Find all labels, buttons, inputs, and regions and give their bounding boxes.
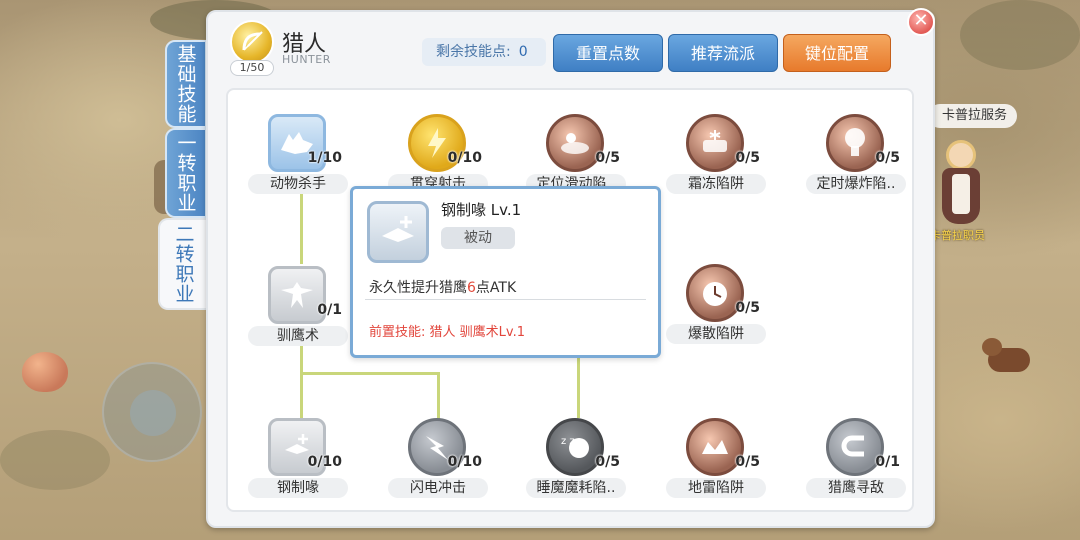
skill-level: 0/5 [735, 300, 760, 316]
skill-animal-killer[interactable]: 1/10 动物杀手 [248, 114, 348, 210]
skill-level: 0/5 [735, 150, 760, 166]
remaining-skill-points: 剩余技能点: 0 [422, 38, 546, 66]
egg-monster[interactable] [22, 352, 68, 392]
desc-text: 永久性提升猎鹰 [369, 280, 467, 296]
skill-name: 霜冻陷阱 [666, 174, 766, 194]
tooltip-requirement: 前置技能: 猎人 驯鹰术Lv.1 [369, 325, 525, 340]
skill-falcon-training[interactable]: 0/1 驯鹰术 [248, 266, 348, 362]
skill-name: 定时爆炸陷.. [806, 174, 906, 194]
tree-connector [577, 354, 580, 418]
tree-connector [437, 372, 440, 420]
tab-basic-skills[interactable]: 基础技能 [165, 40, 207, 128]
skill-name: 驯鹰术 [248, 326, 348, 346]
skill-name: 睡魔魔耗陷.. [526, 478, 626, 498]
svg-text:z z: z z [561, 436, 575, 447]
skill-level: 0/1 [317, 302, 342, 318]
dog-creature[interactable] [982, 334, 1036, 382]
skill-level: 0/5 [735, 454, 760, 470]
job-level: 1/50 [230, 60, 274, 76]
steel-beak-icon [367, 201, 429, 263]
bush [0, 430, 110, 490]
tab-second-job[interactable]: 二转职业 [158, 218, 208, 310]
joystick-thumb[interactable] [130, 390, 176, 436]
skill-level: 0/5 [595, 150, 620, 166]
tooltip-divider [365, 299, 646, 300]
desc-number: 6 [467, 280, 476, 296]
skill-steel-beak[interactable]: 0/10 钢制喙 [248, 418, 348, 510]
points-label: 剩余技能点: [436, 44, 511, 60]
bush [960, 0, 1080, 70]
tooltip-type-badge: 被动 [441, 227, 515, 249]
npc-head [946, 140, 976, 170]
skill-level: 0/5 [875, 150, 900, 166]
skill-lightning-strike[interactable]: 0/10 闪电冲击 [388, 418, 488, 510]
desc-text: 点ATK [475, 280, 517, 296]
reset-points-button[interactable]: 重置点数 [553, 34, 663, 72]
virtual-joystick[interactable] [102, 362, 202, 462]
points-value: 0 [518, 44, 528, 60]
skill-level: 1/10 [307, 150, 342, 166]
skill-name: 地雷陷阱 [666, 478, 766, 498]
npc-service-label[interactable]: 卡普拉服务 [928, 104, 1018, 128]
skill-name: 动物杀手 [248, 174, 348, 194]
skill-level: 0/10 [307, 454, 342, 470]
npc-name: 卡普拉职员 [930, 229, 985, 242]
tree-connector [300, 372, 440, 375]
bow-icon [230, 20, 274, 64]
skill-blast-trap[interactable]: 0/5 爆散陷阱 [666, 264, 766, 360]
tooltip-title: 钢制喙 Lv.1 [441, 201, 522, 219]
bow-icon-glyph [242, 31, 263, 51]
tab-label: 一转职业 [174, 133, 197, 213]
dog-head [982, 338, 1002, 356]
tab-first-job[interactable]: 一转职业 [165, 128, 207, 218]
npc-kafra[interactable] [938, 140, 984, 230]
skill-level: 0/10 [447, 150, 482, 166]
skill-landmine-trap[interactable]: 0/5 地雷陷阱 [666, 418, 766, 510]
skill-timed-bomb-trap[interactable]: 0/5 定时爆炸陷.. [806, 114, 906, 210]
close-icon[interactable]: ✕ [907, 8, 935, 36]
job-name-en: HUNTER [282, 53, 331, 66]
skill-name: 闪电冲击 [388, 478, 488, 498]
skill-level: 0/5 [595, 454, 620, 470]
skill-name: 爆散陷阱 [666, 324, 766, 344]
tab-label: 二转职业 [172, 224, 195, 304]
skill-level: 0/1 [875, 454, 900, 470]
skill-frost-trap[interactable]: 0/5 霜冻陷阱 [666, 114, 766, 210]
skill-level: 0/10 [447, 454, 482, 470]
skill-tooltip: 钢制喙 Lv.1 被动 永久性提升猎鹰6点ATK 前置技能: 猎人 驯鹰术Lv.… [350, 186, 661, 358]
recommended-build-button[interactable]: 推荐流派 [668, 34, 778, 72]
key-config-button[interactable]: 键位配置 [783, 34, 891, 72]
tooltip-description: 永久性提升猎鹰6点ATK [369, 277, 516, 297]
tab-label: 基础技能 [174, 44, 197, 124]
skill-name: 猎鹰寻敌 [806, 478, 906, 498]
skill-sleep-trap[interactable]: z z 0/5 睡魔魔耗陷.. [526, 418, 626, 510]
skill-name: 钢制喙 [248, 478, 348, 498]
skill-falcon-seek[interactable]: 0/1 猎鹰寻敌 [806, 418, 906, 510]
npc-apron [952, 174, 970, 214]
